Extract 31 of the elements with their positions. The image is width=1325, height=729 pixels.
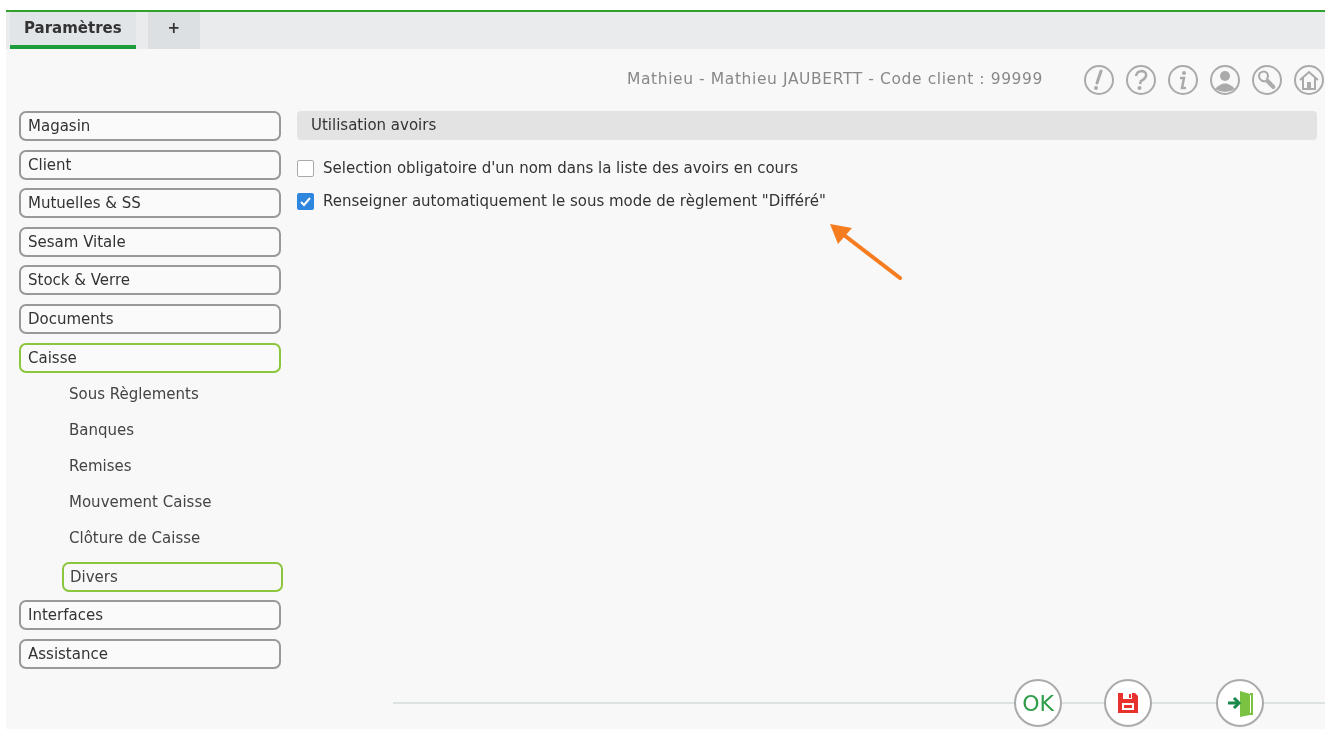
info-icon[interactable] xyxy=(1167,64,1199,96)
sidebar-item[interactable]: Mutuelles & SS xyxy=(19,188,281,219)
checkbox[interactable] xyxy=(297,193,314,210)
sidebar-item[interactable]: Client xyxy=(19,149,281,180)
sidebar-subitem[interactable]: Remises xyxy=(67,454,134,479)
sidebar-item[interactable]: Interfaces xyxy=(19,600,281,631)
sidebar-item[interactable]: Stock & Verre xyxy=(19,265,281,296)
alert-icon[interactable] xyxy=(1083,64,1115,96)
tab[interactable]: + xyxy=(147,12,200,49)
option-label: Renseigner automatiquement le sous mode de règlement "Différé" xyxy=(323,191,826,213)
sidebar-subitem[interactable]: Divers xyxy=(62,562,283,593)
sidebar-subitem[interactable]: Banques xyxy=(67,418,137,443)
sidebar-item[interactable]: Assistance xyxy=(19,638,281,669)
tab[interactable]: Paramètres xyxy=(10,12,136,49)
exit-button[interactable] xyxy=(1216,679,1264,727)
sidebar-item[interactable]: Caisse xyxy=(19,342,281,373)
sidebar-item[interactable]: Magasin xyxy=(19,111,281,141)
sidebar-subitem[interactable]: Sous Règlements xyxy=(67,382,201,407)
user-icon[interactable] xyxy=(1209,64,1241,96)
sidebar-subitem[interactable]: Mouvement Caisse xyxy=(67,490,214,515)
home-icon[interactable] xyxy=(1293,64,1325,96)
sidebar-item[interactable]: Documents xyxy=(19,303,281,334)
checkbox[interactable] xyxy=(297,160,314,177)
sidebar-subitem[interactable]: Clôture de Caisse xyxy=(67,526,203,551)
section-header: Utilisation avoirs xyxy=(297,111,1317,140)
option-label: Selection obligatoire d'un nom dans la liste des avoirs en cours xyxy=(323,158,799,180)
door-arrow-icon xyxy=(1226,689,1254,717)
user-info: Mathieu - Mathieu JAUBERTT - Code client : 99999 xyxy=(626,69,1043,91)
save-button[interactable] xyxy=(1104,679,1152,727)
help-icon[interactable] xyxy=(1125,64,1157,96)
sidebar-item[interactable]: Sesam Vitale xyxy=(19,226,281,257)
